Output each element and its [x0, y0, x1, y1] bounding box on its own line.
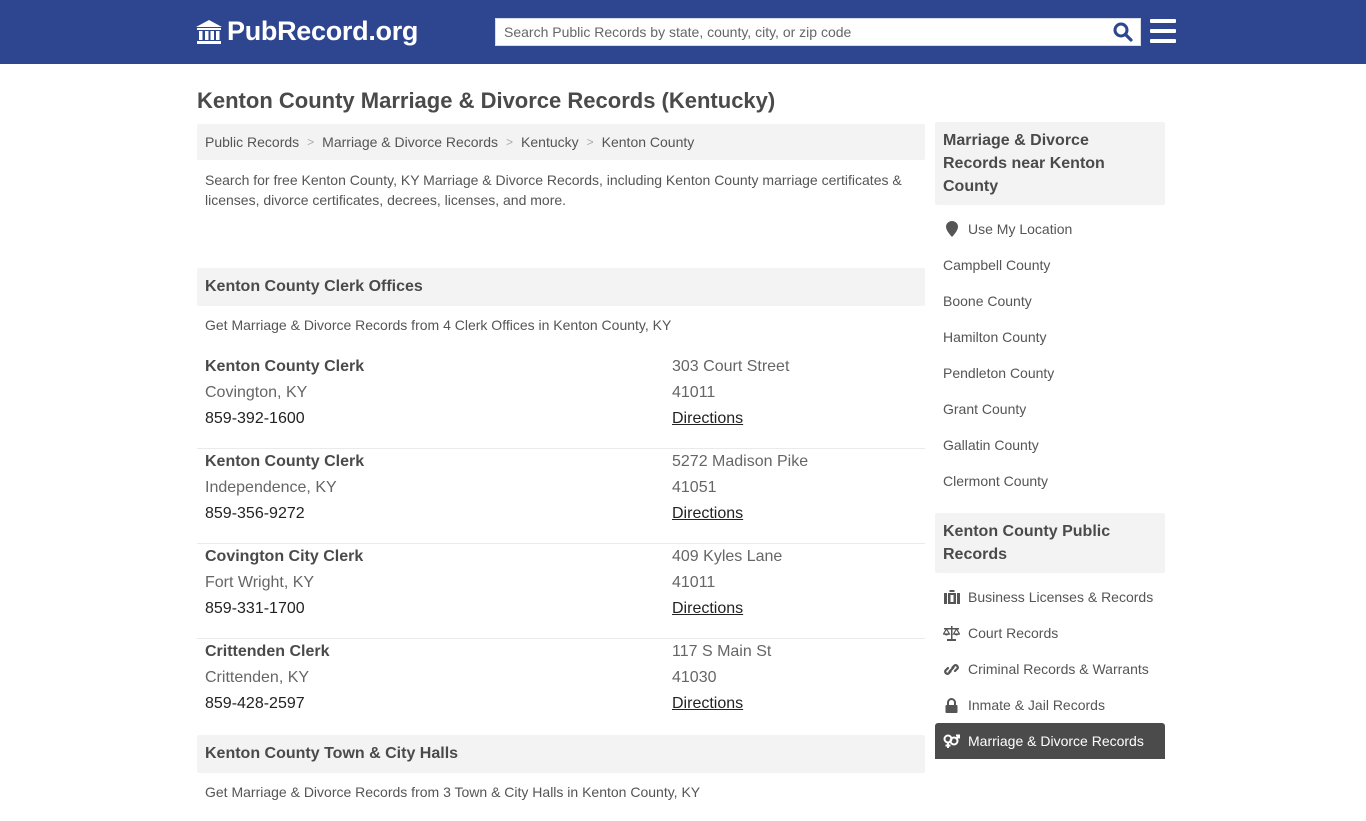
- office-zip: 41011: [672, 574, 716, 591]
- search-input[interactable]: [496, 19, 1106, 45]
- section-subtitle: Get Marriage & Divorce Records from 4 Cl…: [205, 317, 672, 333]
- sidebar-item-label: Criminal Records & Warrants: [968, 661, 1149, 677]
- top-navbar: PubRecord.org: [0, 0, 1366, 64]
- breadcrumb-marriage-divorce[interactable]: Marriage & Divorce Records: [322, 134, 498, 150]
- office-city: Independence, KY: [205, 479, 337, 496]
- office-listing: Crittenden Clerk Crittenden, KY 859-428-…: [197, 639, 925, 735]
- office-city: Covington, KY: [205, 384, 308, 401]
- site-logo[interactable]: PubRecord.org: [195, 16, 418, 47]
- sidebar-item-label: Court Records: [968, 625, 1059, 641]
- office-name: Crittenden Clerk: [205, 643, 330, 660]
- sidebar-heading-nearby: Marriage & Divorce Records near Kenton C…: [935, 122, 1165, 205]
- office-phone[interactable]: 859-331-1700: [205, 596, 672, 622]
- search-icon: [1113, 22, 1133, 42]
- breadcrumb-separator: >: [506, 135, 514, 149]
- nearby-county-link[interactable]: Campbell County: [935, 247, 1165, 283]
- directions-link[interactable]: Directions: [672, 600, 743, 617]
- hamburger-menu-icon[interactable]: [1150, 19, 1176, 43]
- search-bar: [495, 18, 1141, 46]
- use-my-location-link[interactable]: Use My Location: [935, 211, 1165, 247]
- sidebar: Marriage & Divorce Records near Kenton C…: [935, 122, 1165, 759]
- lock-icon: [943, 697, 960, 713]
- office-phone[interactable]: 859-428-2597: [205, 691, 672, 717]
- office-phone[interactable]: 859-392-1600: [205, 406, 672, 432]
- sidebar-item-inmate[interactable]: Inmate & Jail Records: [935, 687, 1165, 723]
- office-name: Kenton County Clerk: [205, 453, 365, 470]
- office-phone[interactable]: 859-356-9272: [205, 501, 672, 527]
- breadcrumb-public-records[interactable]: Public Records: [205, 134, 299, 150]
- office-listing: Covington City Clerk Fort Wright, KY 859…: [197, 544, 925, 639]
- office-address: 5272 Madison Pike: [672, 453, 809, 470]
- office-address: 409 Kyles Lane: [672, 548, 783, 565]
- section-heading-city-halls: Kenton County Town & City Halls: [197, 735, 925, 773]
- office-city: Fort Wright, KY: [205, 574, 315, 591]
- breadcrumb-separator: >: [307, 135, 315, 149]
- logo-text: PubRecord.org: [227, 16, 419, 46]
- office-zip: 41011: [672, 384, 716, 401]
- page-title: Kenton County Marriage & Divorce Records…: [197, 88, 776, 113]
- briefcase-icon: [943, 589, 960, 605]
- courthouse-icon: [195, 18, 223, 46]
- breadcrumb-kenton-county[interactable]: Kenton County: [602, 134, 695, 150]
- office-listing: Kenton County Clerk Independence, KY 859…: [197, 449, 925, 544]
- nearby-county-link[interactable]: Pendleton County: [935, 355, 1165, 391]
- use-my-location-label: Use My Location: [968, 221, 1073, 237]
- directions-link[interactable]: Directions: [672, 410, 743, 427]
- directions-link[interactable]: Directions: [672, 695, 743, 712]
- nearby-county-link[interactable]: Clermont County: [935, 463, 1165, 499]
- nearby-county-link[interactable]: Gallatin County: [935, 427, 1165, 463]
- office-address: 117 S Main St: [672, 643, 772, 660]
- scales-icon: [943, 625, 960, 641]
- office-name: Kenton County Clerk: [205, 358, 365, 375]
- public-records-list: Business Licenses & Records Court Record…: [935, 573, 1165, 759]
- section-heading-clerk-offices: Kenton County Clerk Offices: [197, 268, 925, 306]
- sidebar-item-label: Business Licenses & Records: [968, 589, 1154, 605]
- sidebar-heading-public-records: Kenton County Public Records: [935, 513, 1165, 573]
- sidebar-item-label: Inmate & Jail Records: [968, 697, 1105, 713]
- nearby-county-link[interactable]: Grant County: [935, 391, 1165, 427]
- sidebar-item-court[interactable]: Court Records: [935, 615, 1165, 651]
- office-name: Covington City Clerk: [205, 548, 364, 565]
- link-icon: [943, 661, 960, 677]
- sidebar-item-criminal[interactable]: Criminal Records & Warrants: [935, 651, 1165, 687]
- office-address: 303 Court Street: [672, 358, 790, 375]
- breadcrumb: Public Records > Marriage & Divorce Reco…: [197, 124, 925, 160]
- section-subtitle: Get Marriage & Divorce Records from 3 To…: [205, 784, 701, 800]
- breadcrumb-separator: >: [586, 135, 594, 149]
- gender-icon: [943, 733, 960, 749]
- intro-text: Search for free Kenton County, KY Marria…: [205, 172, 902, 208]
- map-marker-icon: [943, 221, 960, 237]
- office-zip: 41051: [672, 479, 717, 496]
- main-content: Public Records > Marriage & Divorce Reco…: [197, 124, 925, 821]
- office-listing: Kenton County Clerk Covington, KY 859-39…: [197, 354, 925, 449]
- nearby-county-link[interactable]: Hamilton County: [935, 319, 1165, 355]
- sidebar-item-label: Marriage & Divorce Records: [968, 733, 1144, 749]
- nearby-list: Use My Location Campbell County Boone Co…: [935, 205, 1165, 513]
- breadcrumb-kentucky[interactable]: Kentucky: [521, 134, 579, 150]
- office-city: Crittenden, KY: [205, 669, 310, 686]
- directions-link[interactable]: Directions: [672, 505, 743, 522]
- sidebar-item-marriage-divorce[interactable]: Marriage & Divorce Records: [935, 723, 1165, 759]
- sidebar-item-business[interactable]: Business Licenses & Records: [935, 579, 1165, 615]
- search-button[interactable]: [1106, 19, 1140, 45]
- office-zip: 41030: [672, 669, 717, 686]
- nearby-county-link[interactable]: Boone County: [935, 283, 1165, 319]
